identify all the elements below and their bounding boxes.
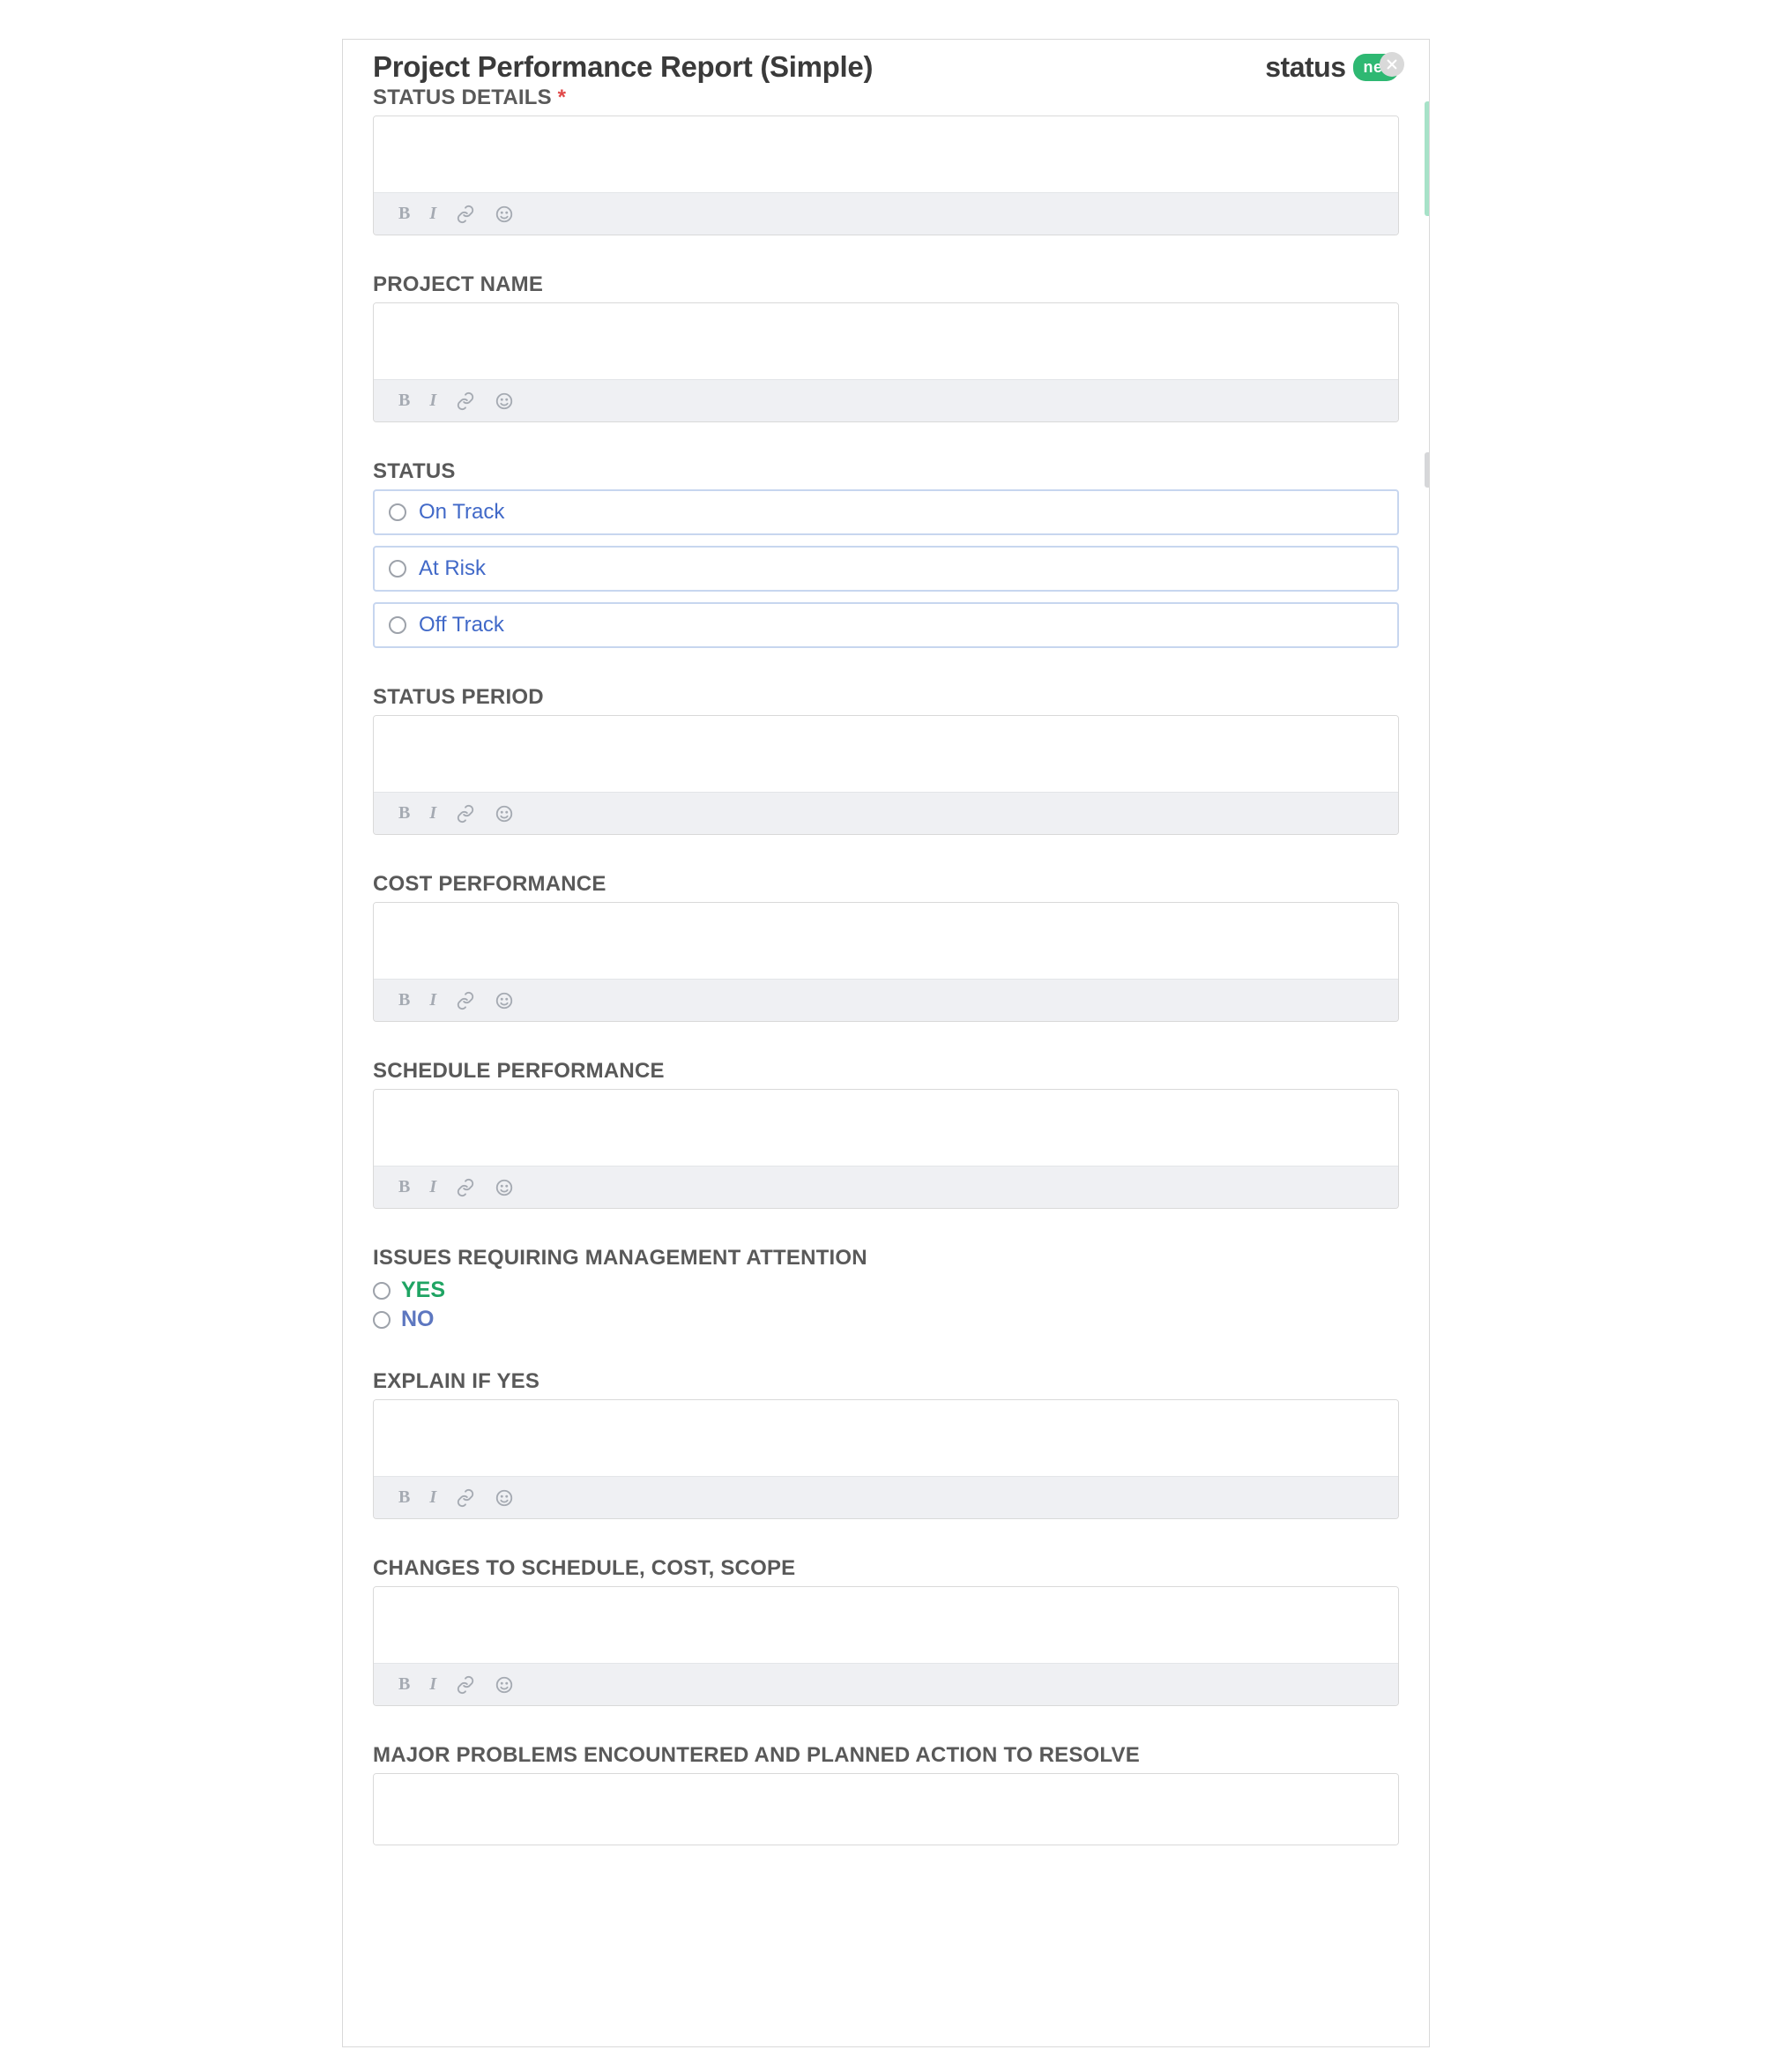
link-button[interactable] [456, 804, 475, 824]
edge-decoration [1425, 452, 1430, 488]
input-cost-performance[interactable] [374, 903, 1398, 979]
input-status-details[interactable] [374, 116, 1398, 192]
radio-off-track[interactable]: Off Track [373, 602, 1399, 648]
link-button[interactable] [456, 205, 475, 224]
toolbar: B I [374, 1663, 1398, 1705]
input-schedule-performance[interactable] [374, 1090, 1398, 1166]
radio-circle-icon [389, 616, 406, 634]
field-label-schedule-performance: SCHEDULE PERFORMANCE [373, 1059, 1399, 1084]
emoji-button[interactable] [495, 991, 514, 1010]
page-title: Project Performance Report (Simple) [373, 50, 873, 84]
italic-button[interactable]: I [429, 1177, 436, 1197]
editor-cost-performance: B I [373, 902, 1399, 1022]
field-label-project-name: PROJECT NAME [373, 272, 1399, 297]
bold-button[interactable]: B [398, 391, 410, 411]
form-panel: Project Performance Report (Simple) stat… [342, 39, 1430, 2047]
radio-circle-icon [373, 1311, 391, 1329]
edge-decoration [1425, 101, 1430, 216]
emoji-button[interactable] [495, 1488, 514, 1508]
bold-button[interactable]: B [398, 1487, 410, 1508]
field-label-status: STATUS [373, 459, 1399, 484]
italic-button[interactable]: I [429, 1674, 436, 1695]
field-label-changes: CHANGES TO SCHEDULE, COST, SCOPE [373, 1556, 1399, 1581]
radio-circle-icon [389, 503, 406, 521]
editor-explain-if-yes: B I [373, 1399, 1399, 1519]
toolbar: B I [374, 192, 1398, 235]
toolbar: B I [374, 1166, 1398, 1208]
input-project-name[interactable] [374, 303, 1398, 379]
radio-label: YES [401, 1278, 445, 1303]
italic-button[interactable]: I [429, 391, 436, 411]
close-button[interactable] [1380, 52, 1404, 77]
field-label-cost-performance: COST PERFORMANCE [373, 872, 1399, 897]
field-label-explain-if-yes: EXPLAIN IF YES [373, 1369, 1399, 1394]
bold-button[interactable]: B [398, 204, 410, 224]
radio-label: Off Track [419, 613, 504, 637]
editor-project-name: B I [373, 302, 1399, 422]
radio-at-risk[interactable]: At Risk [373, 546, 1399, 592]
brand-text: status [1265, 51, 1345, 84]
editor-status-period: B I [373, 715, 1399, 835]
editor-status-details: B I [373, 116, 1399, 235]
input-status-period[interactable] [374, 716, 1398, 792]
link-button[interactable] [456, 1675, 475, 1695]
bold-button[interactable]: B [398, 1177, 410, 1197]
field-label-issues-mgmt: ISSUES REQUIRING MANAGEMENT ATTENTION [373, 1246, 1399, 1271]
toolbar: B I [374, 379, 1398, 421]
brand-logo: status net [1265, 51, 1399, 84]
bold-button[interactable]: B [398, 803, 410, 824]
radio-circle-icon [373, 1282, 391, 1300]
label-text: STATUS DETAILS [373, 86, 552, 109]
required-mark: * [558, 86, 567, 109]
radio-label: On Track [419, 500, 504, 525]
italic-button[interactable]: I [429, 803, 436, 824]
link-button[interactable] [456, 391, 475, 411]
radio-on-track[interactable]: On Track [373, 489, 1399, 535]
link-button[interactable] [456, 1178, 475, 1197]
toolbar: B I [374, 792, 1398, 834]
toolbar: B I [374, 1476, 1398, 1518]
emoji-button[interactable] [495, 1178, 514, 1197]
emoji-button[interactable] [495, 1675, 514, 1695]
field-label-status-period: STATUS PERIOD [373, 685, 1399, 710]
editor-changes: B I [373, 1586, 1399, 1706]
link-button[interactable] [456, 991, 475, 1010]
editor-major-problems [373, 1773, 1399, 1845]
radio-label: NO [401, 1307, 435, 1332]
radio-issues-no[interactable]: NO [373, 1307, 1399, 1332]
radio-issues-yes[interactable]: YES [373, 1278, 1399, 1303]
input-changes[interactable] [374, 1587, 1398, 1663]
emoji-button[interactable] [495, 391, 514, 411]
italic-button[interactable]: I [429, 990, 436, 1010]
italic-button[interactable]: I [429, 1487, 436, 1508]
emoji-button[interactable] [495, 804, 514, 824]
toolbar: B I [374, 979, 1398, 1021]
editor-schedule-performance: B I [373, 1089, 1399, 1209]
field-label-status-details: STATUS DETAILS * [373, 86, 1399, 110]
input-major-problems[interactable] [374, 1774, 1398, 1845]
radio-label: At Risk [419, 556, 486, 581]
field-label-major-problems: MAJOR PROBLEMS ENCOUNTERED AND PLANNED A… [373, 1743, 1399, 1768]
bold-button[interactable]: B [398, 1674, 410, 1695]
bold-button[interactable]: B [398, 990, 410, 1010]
link-button[interactable] [456, 1488, 475, 1508]
emoji-button[interactable] [495, 205, 514, 224]
italic-button[interactable]: I [429, 204, 436, 224]
radio-circle-icon [389, 560, 406, 578]
input-explain-if-yes[interactable] [374, 1400, 1398, 1476]
